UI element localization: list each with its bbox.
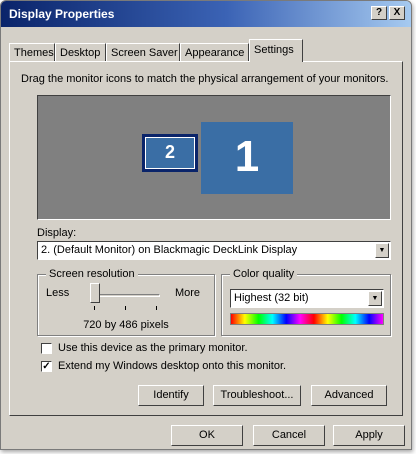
resolution-more-label: More — [174, 287, 200, 299]
chevron-down-icon[interactable]: ▼ — [368, 291, 382, 306]
color-quality-select[interactable]: Highest (32 bit) ▼ — [230, 289, 384, 308]
tab-screen-saver[interactable]: Screen Saver — [106, 43, 180, 61]
monitor-2-icon[interactable]: 2 — [142, 134, 198, 172]
screen-resolution-group: Screen resolution Less More 720 by 486 p… — [37, 268, 215, 336]
tab-themes[interactable]: Themes — [9, 43, 55, 61]
primary-monitor-checkbox-row[interactable]: Use this device as the primary monitor. — [41, 342, 248, 354]
cancel-button[interactable]: Cancel — [253, 425, 325, 446]
window-title: Display Properties — [9, 7, 115, 21]
monitor-2-label: 2 — [145, 137, 195, 169]
display-properties-window: Display Properties ? X Themes Desktop Sc… — [0, 0, 412, 450]
resolution-value: 720 by 486 pixels — [83, 319, 169, 331]
tab-appearance[interactable]: Appearance — [180, 43, 249, 61]
color-quality-value: Highest (32 bit) — [234, 292, 309, 304]
primary-monitor-checkbox[interactable] — [41, 342, 52, 354]
monitor-arrangement-area[interactable]: 2 1 — [37, 95, 391, 220]
identify-button[interactable]: Identify — [138, 385, 204, 406]
slider-tick — [125, 306, 126, 310]
slider-tick — [94, 306, 95, 310]
screen-resolution-title: Screen resolution — [46, 268, 138, 280]
monitor-1-icon[interactable]: 1 — [201, 122, 293, 194]
advanced-button[interactable]: Advanced — [311, 385, 387, 406]
resolution-less-label: Less — [46, 287, 70, 299]
display-select-value: 2. (Default Monitor) on Blackmagic DeckL… — [41, 244, 298, 256]
tab-desktop[interactable]: Desktop — [55, 43, 106, 61]
arrange-instruction: Drag the monitor icons to match the phys… — [21, 73, 389, 85]
primary-monitor-label: Use this device as the primary monitor. — [58, 342, 248, 355]
color-quality-group: Color quality Highest (32 bit) ▼ — [221, 268, 391, 336]
chevron-down-icon[interactable]: ▼ — [375, 243, 389, 258]
extend-desktop-label: Extend my Windows desktop onto this moni… — [58, 360, 287, 373]
title-bar[interactable]: Display Properties ? X — [1, 1, 411, 27]
display-select[interactable]: 2. (Default Monitor) on Blackmagic DeckL… — [37, 241, 391, 260]
troubleshoot-button[interactable]: Troubleshoot... — [213, 385, 301, 406]
resolution-slider-track[interactable] — [90, 294, 160, 297]
help-button[interactable]: ? — [371, 6, 387, 20]
slider-tick — [156, 306, 157, 310]
extend-desktop-checkbox-row[interactable]: ✓ Extend my Windows desktop onto this mon… — [41, 360, 286, 372]
color-quality-title: Color quality — [230, 268, 298, 280]
close-button[interactable]: X — [389, 6, 405, 20]
resolution-slider-thumb[interactable] — [90, 283, 100, 303]
color-spectrum-bar — [230, 313, 384, 325]
display-label: Display: — [37, 227, 77, 239]
apply-button[interactable]: Apply — [333, 425, 405, 446]
tab-settings[interactable]: Settings — [249, 39, 303, 62]
ok-button[interactable]: OK — [171, 425, 243, 446]
extend-desktop-checkbox[interactable]: ✓ — [41, 360, 52, 372]
